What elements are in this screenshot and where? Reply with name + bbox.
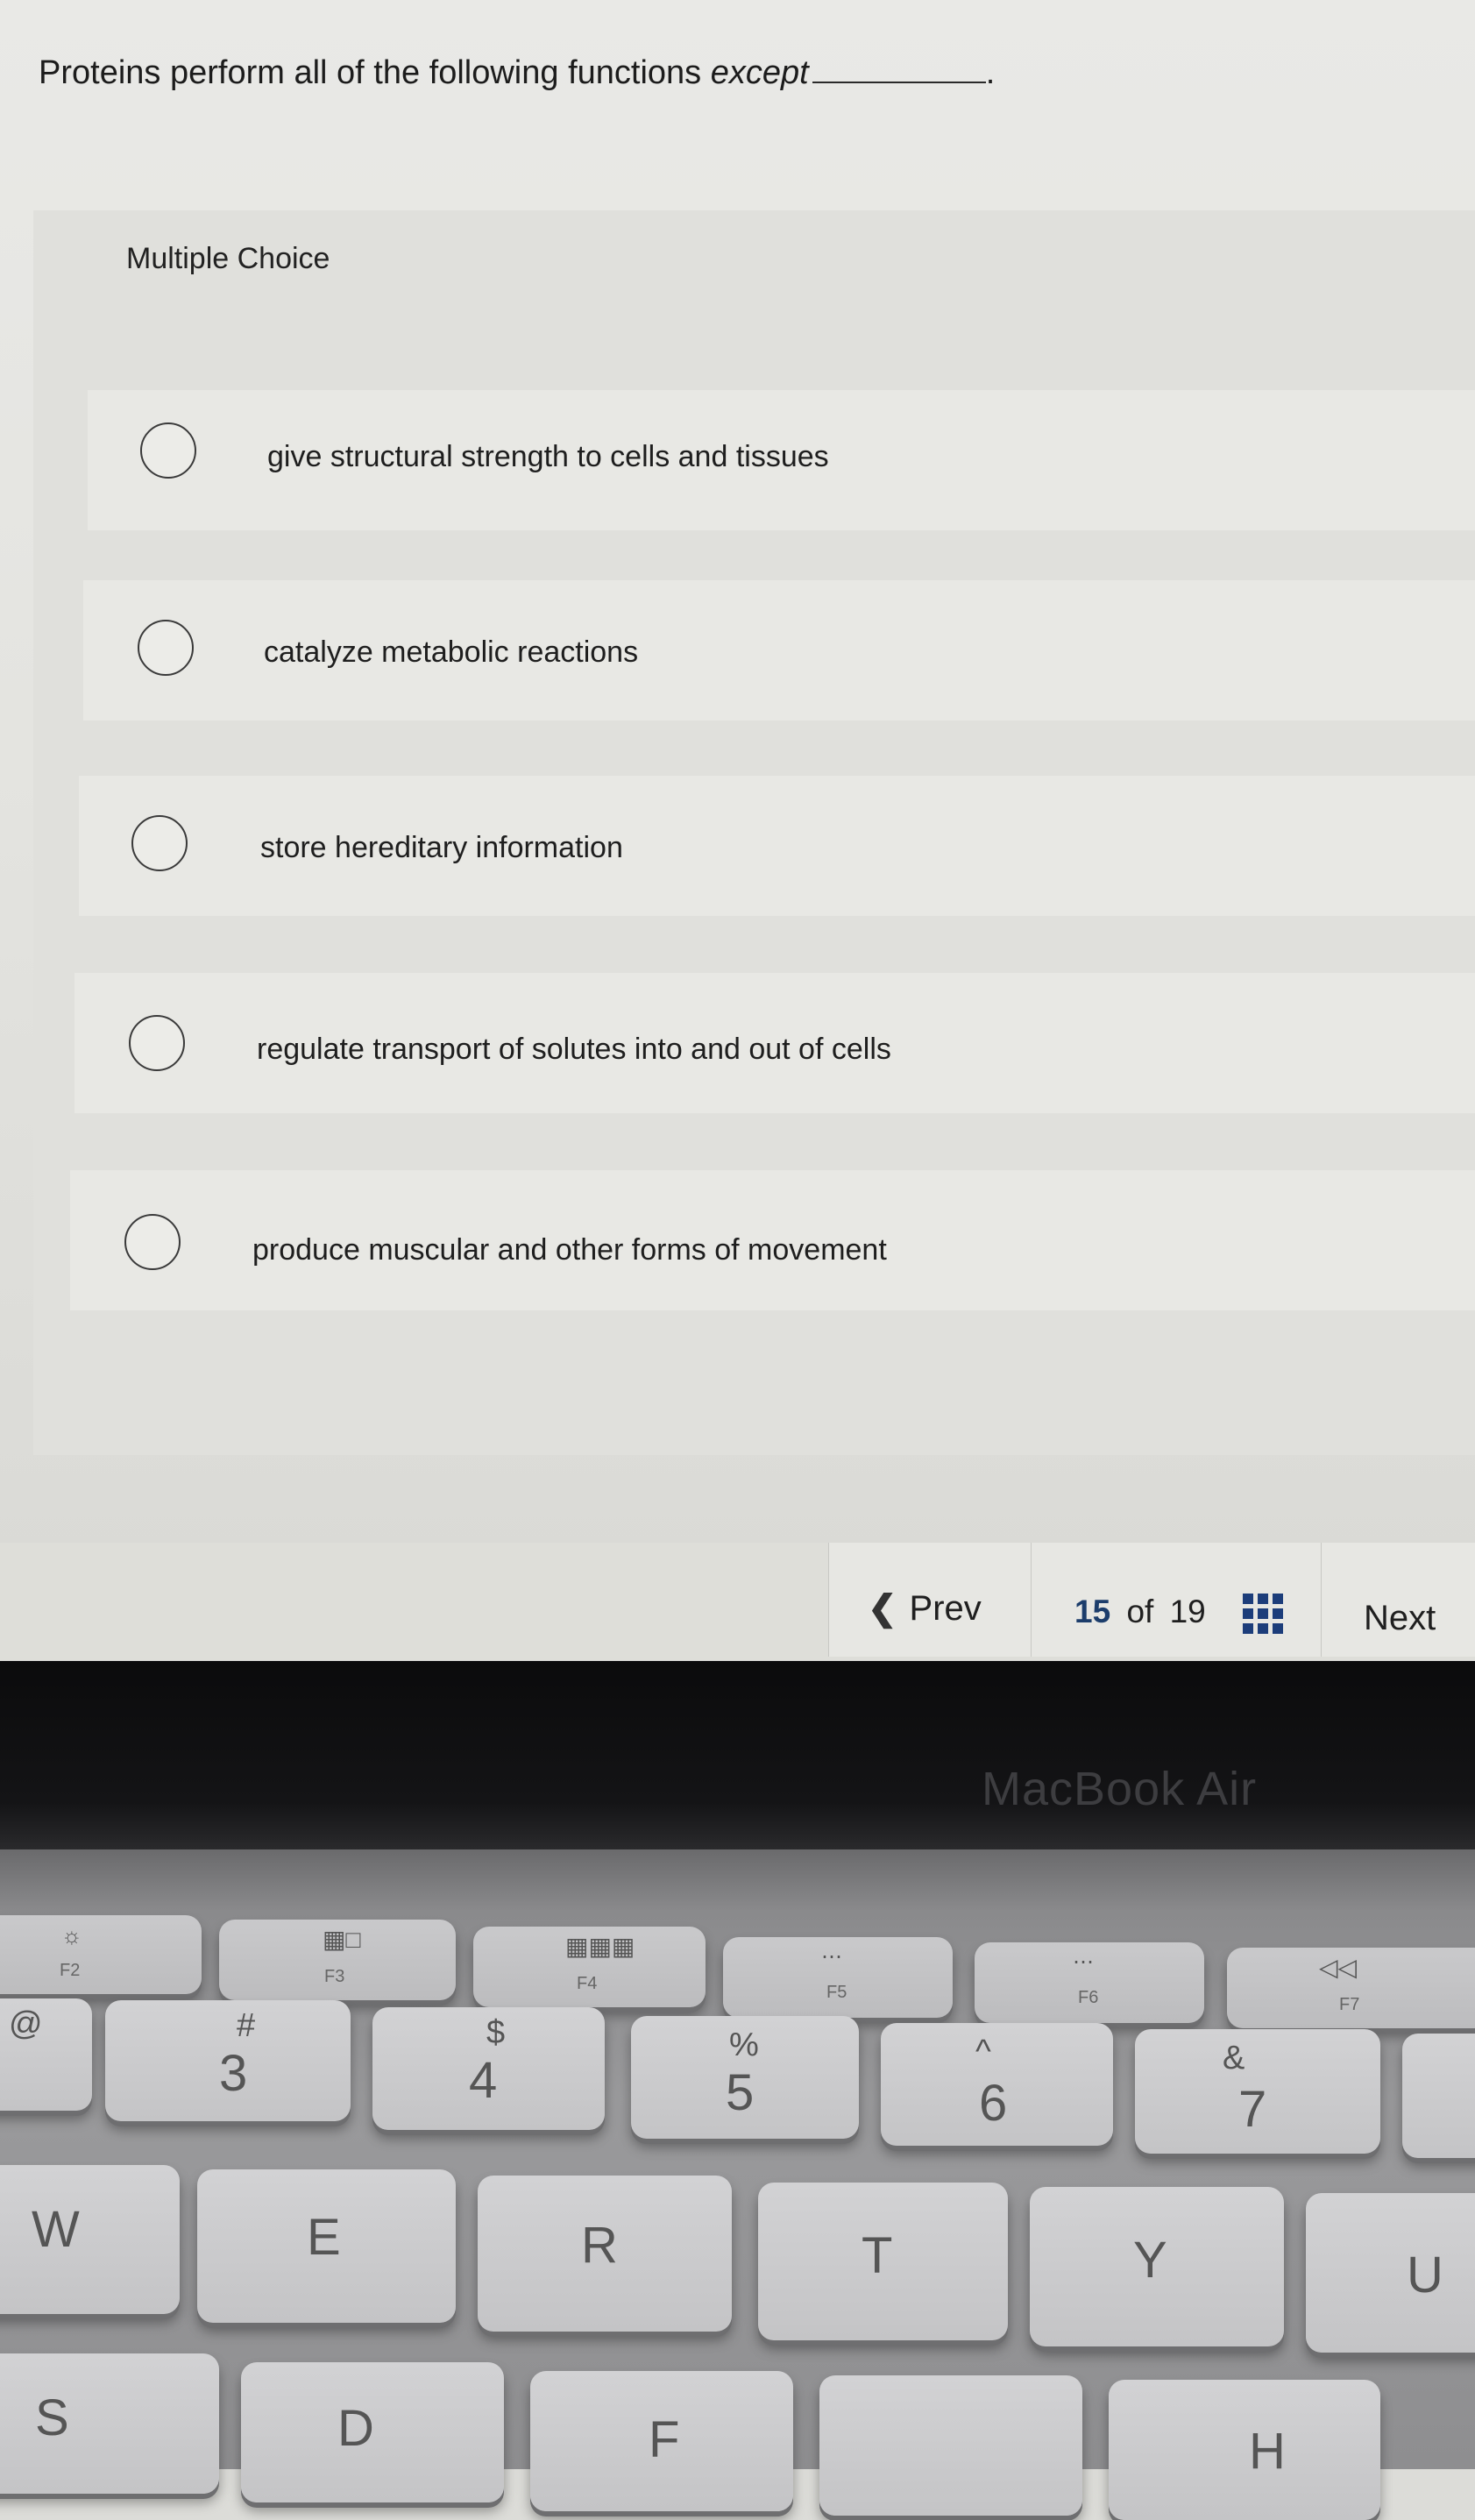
keyboard-light-down-icon: ⋯ (821, 1945, 842, 1969)
key-label: F5 (826, 1983, 847, 2002)
laptop-bezel: MacBook Air (0, 1661, 1475, 1849)
next-label: Next (1364, 1599, 1436, 1637)
key-label: 6 (979, 2075, 1008, 2132)
of-label: of (1126, 1594, 1154, 1629)
page-indicator: 15 of 19 (1074, 1594, 1206, 1630)
key-label: F7 (1339, 1995, 1360, 2014)
key-shift-label: % (729, 2027, 759, 2063)
key-shift-label: $ (486, 2014, 506, 2051)
key-label: 5 (726, 2064, 755, 2121)
radio-button-3[interactable] (131, 815, 188, 871)
key-label: S (35, 2389, 69, 2446)
question-type-label: Multiple Choice (126, 242, 330, 275)
answer-option-3[interactable]: store hereditary information (79, 776, 1475, 916)
key-label: D (337, 2400, 374, 2457)
radio-button-2[interactable] (138, 620, 194, 676)
key-label: F (649, 2411, 680, 2468)
rewind-icon: ◁◁ (1319, 1954, 1358, 1981)
key-s[interactable]: S (0, 2353, 219, 2494)
prev-button[interactable]: ❮ Prev (868, 1588, 982, 1629)
answer-option-label: regulate transport of solutes into and o… (257, 1033, 891, 1066)
chevron-left-icon: ❮ (868, 1589, 897, 1628)
key-label: U (1407, 2247, 1443, 2303)
key-h[interactable]: H (1109, 2380, 1380, 2520)
keyboard-deck: ☼ F2 ▦□ F3 ▦▦▦ F4 ⋯ F5 ⋯ F6 ◁◁ F7 @ # 3 … (0, 1849, 1475, 2520)
key-r[interactable]: R (478, 2176, 732, 2332)
grid-icon[interactable] (1243, 1594, 1283, 1634)
answer-option-label: store hereditary information (260, 831, 623, 864)
key-2-partial[interactable]: @ (0, 1998, 92, 2111)
question-emphasis: except (710, 54, 809, 91)
key-label: @ (9, 2005, 43, 2042)
key-w[interactable]: W (0, 2165, 180, 2314)
key-f7[interactable]: ◁◁ F7 (1227, 1948, 1475, 2028)
answer-option-label: catalyze metabolic reactions (264, 635, 639, 669)
laptop-brand-label: MacBook Air (982, 1763, 1258, 1815)
key-label: T (862, 2227, 893, 2284)
prev-label: Prev (909, 1589, 982, 1628)
key-shift-label: & (1223, 2040, 1245, 2076)
key-label: 3 (219, 2045, 248, 2102)
answer-option-label: give structural strength to cells and ti… (267, 440, 829, 473)
question-text: Proteins perform all of the following fu… (39, 54, 995, 92)
answer-option-label: produce muscular and other forms of move… (252, 1233, 887, 1267)
keyboard-light-up-icon: ⋯ (1073, 1950, 1094, 1974)
key-f5[interactable]: ⋯ F5 (723, 1937, 953, 2018)
radio-button-1[interactable] (140, 422, 196, 479)
key-3[interactable]: # 3 (105, 2000, 351, 2121)
current-page: 15 (1074, 1594, 1111, 1629)
answer-blank (812, 55, 986, 83)
key-e[interactable]: E (197, 2169, 456, 2323)
question-stem: Proteins perform all of the following fu… (39, 54, 702, 91)
key-f[interactable]: F (530, 2371, 793, 2511)
key-7[interactable]: & 7 (1135, 2029, 1380, 2154)
answer-option-1[interactable]: give structural strength to cells and ti… (88, 390, 1475, 530)
key-label: W (32, 2201, 80, 2258)
key-f2[interactable]: ☼ F2 (0, 1915, 202, 1994)
key-label: Y (1133, 2232, 1167, 2289)
key-label: F4 (577, 1974, 598, 1993)
brightness-icon: ☼ (61, 1922, 82, 1949)
key-shift-label: ^ (975, 2034, 991, 2070)
key-t[interactable]: T (758, 2183, 1008, 2340)
key-label: F3 (324, 1967, 345, 1986)
key-f4[interactable]: ▦▦▦ F4 (473, 1927, 706, 2007)
key-label: 4 (469, 2052, 498, 2109)
key-label: 7 (1238, 2081, 1267, 2138)
radio-button-4[interactable] (129, 1015, 185, 1071)
key-label: R (581, 2217, 618, 2274)
key-6[interactable]: ^ 6 (881, 2023, 1113, 2146)
key-g[interactable] (819, 2375, 1082, 2516)
key-u[interactable]: U (1306, 2193, 1475, 2353)
total-pages: 19 (1169, 1594, 1206, 1629)
key-y[interactable]: Y (1030, 2187, 1284, 2346)
key-5[interactable]: % 5 (631, 2016, 859, 2139)
key-label: E (307, 2209, 341, 2266)
key-4[interactable]: $ 4 (372, 2007, 605, 2130)
quiz-screen: Proteins perform all of the following fu… (0, 0, 1475, 1661)
key-8-partial[interactable] (1402, 2034, 1475, 2158)
key-label: F2 (60, 1961, 81, 1980)
answer-option-5[interactable]: produce muscular and other forms of move… (70, 1170, 1475, 1310)
key-d[interactable]: D (241, 2362, 504, 2502)
mission-control-icon: ▦□ (323, 1926, 361, 1953)
answer-option-2[interactable]: catalyze metabolic reactions (83, 580, 1475, 721)
next-button[interactable]: Next (1364, 1599, 1436, 1638)
answer-option-4[interactable]: regulate transport of solutes into and o… (74, 973, 1475, 1113)
key-label: H (1249, 2423, 1286, 2480)
key-label: F6 (1078, 1988, 1099, 2007)
launchpad-icon: ▦▦▦ (565, 1933, 635, 1960)
question-end: . (985, 54, 996, 91)
key-shift-label: # (237, 2007, 256, 2044)
radio-button-5[interactable] (124, 1214, 181, 1270)
key-f3[interactable]: ▦□ F3 (219, 1920, 456, 2000)
key-f6[interactable]: ⋯ F6 (975, 1942, 1204, 2023)
